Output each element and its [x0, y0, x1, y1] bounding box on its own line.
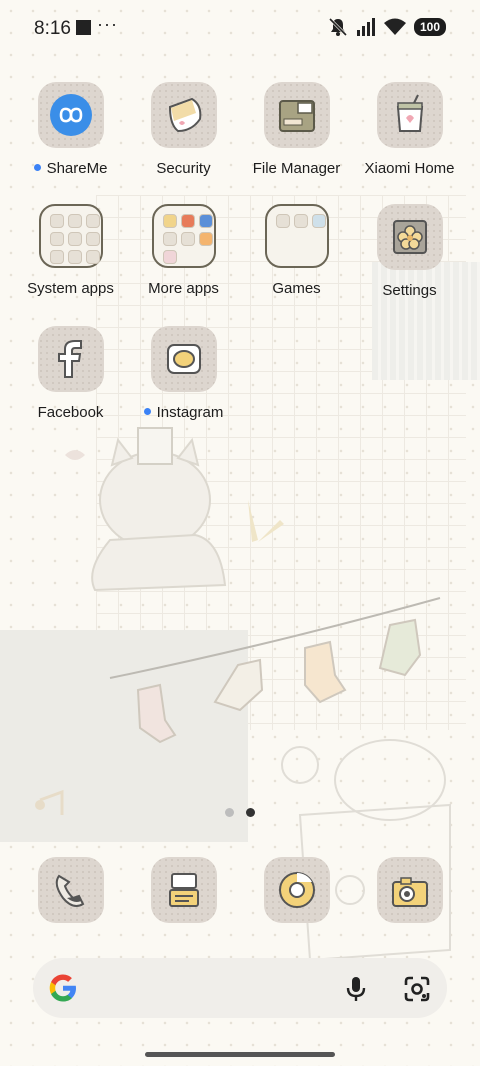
app-shareme[interactable]: ShareMe: [14, 82, 127, 177]
gesture-navigation-bar[interactable]: [145, 1052, 335, 1057]
dock-phone[interactable]: [14, 857, 127, 923]
google-logo-icon[interactable]: [47, 972, 79, 1004]
instagram-icon: [150, 326, 217, 392]
new-badge: [33, 164, 41, 171]
silent-bell-icon: [328, 17, 348, 37]
app-label: System apps: [27, 280, 114, 297]
camera-icon: [376, 857, 443, 923]
app-facebook[interactable]: Facebook: [14, 326, 127, 421]
new-badge: [143, 408, 151, 415]
battery-icon: 100: [413, 18, 446, 36]
signal-icon: [356, 18, 375, 36]
folder-icon: [38, 204, 103, 268]
microphone-icon[interactable]: [343, 975, 369, 1003]
app-xiaomi-home[interactable]: Xiaomi Home: [353, 82, 466, 177]
app-label: Facebook: [37, 404, 104, 421]
dock-chrome[interactable]: [240, 857, 353, 923]
app-file-manager[interactable]: File Manager: [240, 82, 353, 177]
folder-icon: [151, 204, 216, 268]
app-security[interactable]: Security: [127, 82, 240, 177]
app-instagram[interactable]: Instagram: [127, 326, 240, 421]
app-label: Games: [272, 280, 321, 297]
wifi-icon: [383, 18, 406, 35]
phone-icon: [37, 857, 104, 923]
more-notifications-icon: ···: [97, 14, 118, 34]
app-label: Security: [156, 160, 211, 177]
file-manager-icon: [263, 82, 330, 148]
folder-icon: [264, 204, 329, 268]
status-bar: 8:16 ··· 100: [0, 0, 480, 56]
folder-system-apps[interactable]: System apps: [14, 204, 127, 297]
folder-more-apps[interactable]: More apps: [127, 204, 240, 297]
page-dot-2[interactable]: [246, 808, 255, 817]
shareme-icon: [37, 82, 104, 148]
app-label: File Manager: [252, 160, 341, 177]
xiaomi-home-icon: [376, 82, 443, 148]
security-icon: [150, 82, 217, 148]
app-label: Settings: [382, 282, 437, 299]
page-indicator[interactable]: [225, 808, 255, 817]
app-label: Instagram: [156, 404, 224, 421]
chrome-icon: [263, 857, 330, 923]
app-label: More apps: [148, 280, 219, 297]
app-settings[interactable]: Settings: [353, 204, 466, 299]
app-label: Xiaomi Home: [364, 160, 455, 177]
app-label: ShareMe: [46, 160, 108, 177]
recording-icon: [76, 20, 91, 35]
dock-camera[interactable]: [353, 857, 466, 923]
settings-icon: [376, 204, 443, 270]
google-search-bar[interactable]: [33, 958, 447, 1018]
google-lens-icon[interactable]: [403, 975, 431, 1003]
status-time: 8:16: [34, 18, 71, 39]
page-dot-1[interactable]: [225, 808, 234, 817]
folder-games[interactable]: Games: [240, 204, 353, 297]
messages-icon: [150, 857, 217, 923]
dock-messages[interactable]: [127, 857, 240, 923]
facebook-icon: [37, 326, 104, 392]
